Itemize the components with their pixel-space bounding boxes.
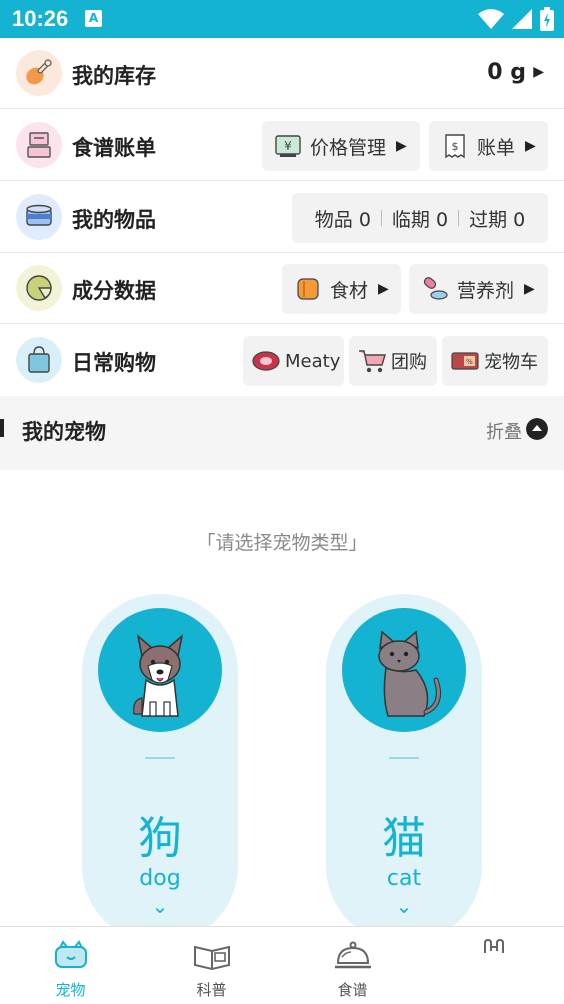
stock-row[interactable]: 我的库存 0 g ▶	[0, 38, 564, 109]
tab-recipe[interactable]: 食谱	[282, 927, 423, 1004]
chevron-right-icon: ▶	[533, 64, 544, 80]
chevron-right-icon: ▶	[378, 281, 389, 297]
fold-label[interactable]: 折叠	[486, 418, 522, 444]
divider	[458, 210, 460, 226]
chevron-down-icon: ⌄	[151, 894, 169, 918]
coupon-icon: %	[451, 352, 479, 370]
supplements-label: 营养剂	[457, 279, 515, 302]
tab-label: 科普	[196, 981, 227, 999]
book-icon	[193, 945, 230, 971]
ingredients-button[interactable]: 食材 ▶	[282, 264, 401, 314]
price-management-button[interactable]: ¥ 价格管理 ▶	[262, 121, 420, 171]
dog-icon	[133, 634, 184, 717]
dog-name-en: dog	[139, 866, 181, 891]
stock-value: 0 g	[487, 60, 526, 85]
price-management-label: 价格管理	[310, 136, 387, 159]
dog-card[interactable]: 狗 dog ⌄	[82, 594, 238, 944]
status-bar: 10:26 A	[0, 0, 564, 38]
items-row: 我的物品 物品 0 临期 0 过期 0	[0, 182, 564, 253]
meaty-label: Meaty	[285, 350, 341, 372]
scale-icon	[16, 122, 62, 168]
dog-avatar	[98, 608, 222, 732]
divider	[145, 757, 175, 759]
composition-label: 成分数据	[72, 279, 156, 303]
notification-icon: A	[85, 10, 102, 27]
menu-card: 我的库存 0 g ▶ 食谱账单 ¥ 价格管理 ▶ $ 账单 ▶ 我的物品 物品 …	[0, 38, 564, 396]
near-expiry-count: 临期 0	[391, 208, 449, 231]
cloche-icon	[334, 941, 371, 969]
shopping-cart-icon	[359, 350, 386, 373]
section-marker	[0, 419, 4, 437]
bag-icon	[483, 939, 504, 953]
composition-row: 成分数据 食材 ▶ 营养剂 ▶	[0, 253, 564, 324]
divider	[380, 210, 382, 226]
svg-text:¥: ¥	[284, 139, 292, 153]
stock-label: 我的库存	[72, 64, 156, 88]
group-buy-button[interactable]: 团购	[349, 336, 437, 386]
meaty-button[interactable]: Meaty	[243, 336, 344, 386]
chicken-leg-icon	[16, 50, 62, 96]
shopping-label: 日常购物	[72, 351, 156, 375]
signal-icon	[512, 9, 532, 29]
pet-icon	[54, 940, 87, 968]
collapse-up-icon[interactable]	[526, 418, 548, 440]
recipe-bill-row: 食谱账单 ¥ 价格管理 ▶ $ 账单 ▶	[0, 110, 564, 181]
cat-icon	[378, 630, 441, 717]
svg-text:%: %	[466, 358, 473, 366]
cat-avatar	[342, 608, 466, 732]
section-title: 我的宠物	[22, 420, 106, 444]
pet-car-button[interactable]: % 宠物车	[442, 336, 548, 386]
select-pet-prompt: 「请选择宠物类型」	[196, 532, 368, 554]
battery-icon	[540, 7, 554, 31]
tab-shop[interactable]	[423, 927, 564, 1004]
receipt-icon: $	[445, 134, 465, 159]
tab-label: 食谱	[337, 981, 368, 999]
ingredients-icon	[297, 278, 319, 300]
wifi-icon	[478, 9, 504, 29]
goods-count: 物品 0	[314, 208, 371, 231]
expired-count: 过期 0	[469, 208, 526, 231]
pet-select-area: 「请选择宠物类型」 狗 dog ⌄ 猫 cat ⌄	[0, 470, 564, 944]
dog-name-cn: 狗	[138, 813, 182, 864]
items-label: 我的物品	[72, 208, 156, 232]
recipe-bill-label: 食谱账单	[72, 136, 156, 160]
group-buy-label: 团购	[391, 352, 427, 373]
pet-car-label: 宠物车	[484, 352, 538, 373]
shopping-row: 日常购物 Meaty 团购 % 宠物车	[0, 325, 564, 396]
price-tag-icon: ¥	[275, 135, 301, 157]
divider	[389, 757, 419, 759]
chevron-down-icon: ⌄	[395, 894, 413, 918]
supplements-button[interactable]: 营养剂 ▶	[409, 264, 548, 314]
status-time: 10:26	[12, 6, 69, 31]
svg-text:$: $	[452, 140, 459, 153]
bill-label: 账单	[477, 136, 516, 159]
pie-chart-icon	[16, 265, 62, 311]
chevron-right-icon: ▶	[396, 138, 407, 154]
bottom-tab-bar: 宠物 科普 食谱	[0, 926, 564, 1004]
my-pets-header: 我的宠物 折叠	[0, 396, 564, 470]
can-icon	[16, 194, 62, 240]
shopping-bag-icon	[16, 337, 62, 383]
chevron-right-icon: ▶	[525, 138, 536, 154]
tab-science[interactable]: 科普	[141, 927, 282, 1004]
cat-card[interactable]: 猫 cat ⌄	[326, 594, 482, 944]
meat-icon	[252, 351, 280, 371]
pill-capsule-icon	[423, 277, 448, 300]
cat-name-en: cat	[386, 866, 422, 891]
system-icons	[478, 7, 554, 31]
ingredients-label: 食材	[330, 279, 369, 302]
cat-name-cn: 猫	[382, 813, 426, 864]
items-summary[interactable]: 物品 0 临期 0 过期 0	[292, 193, 548, 243]
tab-label: 宠物	[55, 981, 86, 999]
chevron-right-icon: ▶	[524, 281, 535, 297]
tab-pet[interactable]: 宠物	[0, 927, 141, 1004]
bill-button[interactable]: $ 账单 ▶	[429, 121, 548, 171]
